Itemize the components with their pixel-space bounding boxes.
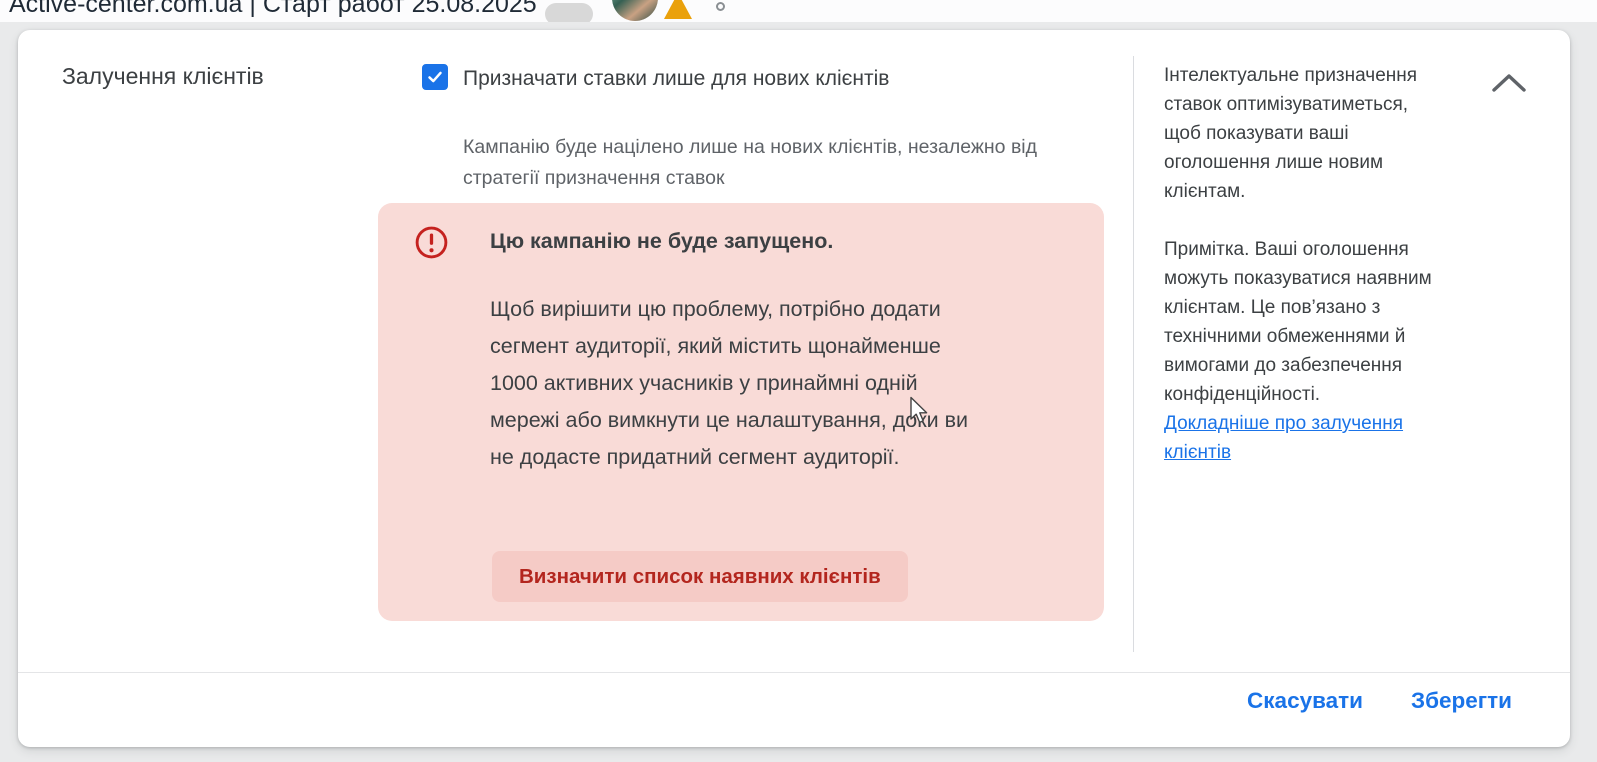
status-circle-icon <box>716 2 725 11</box>
warning-body: Щоб вирішити цю проблему, потрібно додат… <box>490 297 969 469</box>
collapse-section-button[interactable] <box>1488 70 1530 98</box>
help-paragraph-2: Примітка. Ваші оголошення можуть показув… <box>1164 239 1432 405</box>
campaign-name: Active-center.com.ua | Старт работ 25.08… <box>9 0 537 18</box>
warning-triangle-icon <box>664 0 692 19</box>
checkmark-icon <box>428 71 442 83</box>
cancel-button[interactable]: Скасувати <box>1247 688 1363 714</box>
learn-more-link[interactable]: Докладніше про залучення клієнтів <box>1164 413 1403 463</box>
help-panel: Інтелектуальне призначення ставок оптимі… <box>1164 61 1440 467</box>
save-button[interactable]: Зберегти <box>1411 688 1512 714</box>
define-customer-list-button[interactable]: Визначити список наявних клієнтів <box>492 551 908 602</box>
new-customers-checkbox-label[interactable]: Призначати ставки лише для нових клієнті… <box>463 67 889 91</box>
help-paragraph-1: Інтелектуальне призначення ставок оптимі… <box>1164 65 1418 202</box>
warning-title: Цю кампанію не буде запущено. <box>490 229 834 253</box>
customer-acquisition-panel: Залучення клієнтів Призначати ставки лиш… <box>18 30 1570 747</box>
footer-divider <box>18 672 1570 673</box>
vertical-divider <box>1133 56 1134 652</box>
avatar <box>612 0 658 21</box>
campaign-warning-banner: Цю кампанію не буде запущено. Щоб виріши… <box>378 203 1104 621</box>
status-pill <box>545 3 593 22</box>
section-title: Залучення клієнтів <box>62 63 264 89</box>
background-campaign-row: Active-center.com.ua | Старт работ 25.08… <box>0 0 1597 22</box>
new-customers-checkbox[interactable] <box>422 64 448 90</box>
dialog-footer: Скасувати Зберегти <box>1247 683 1512 719</box>
error-icon <box>415 226 448 259</box>
chevron-up-icon <box>1492 73 1526 92</box>
checkbox-description: Кампанію буде націлено лише на нових клі… <box>463 136 1038 189</box>
